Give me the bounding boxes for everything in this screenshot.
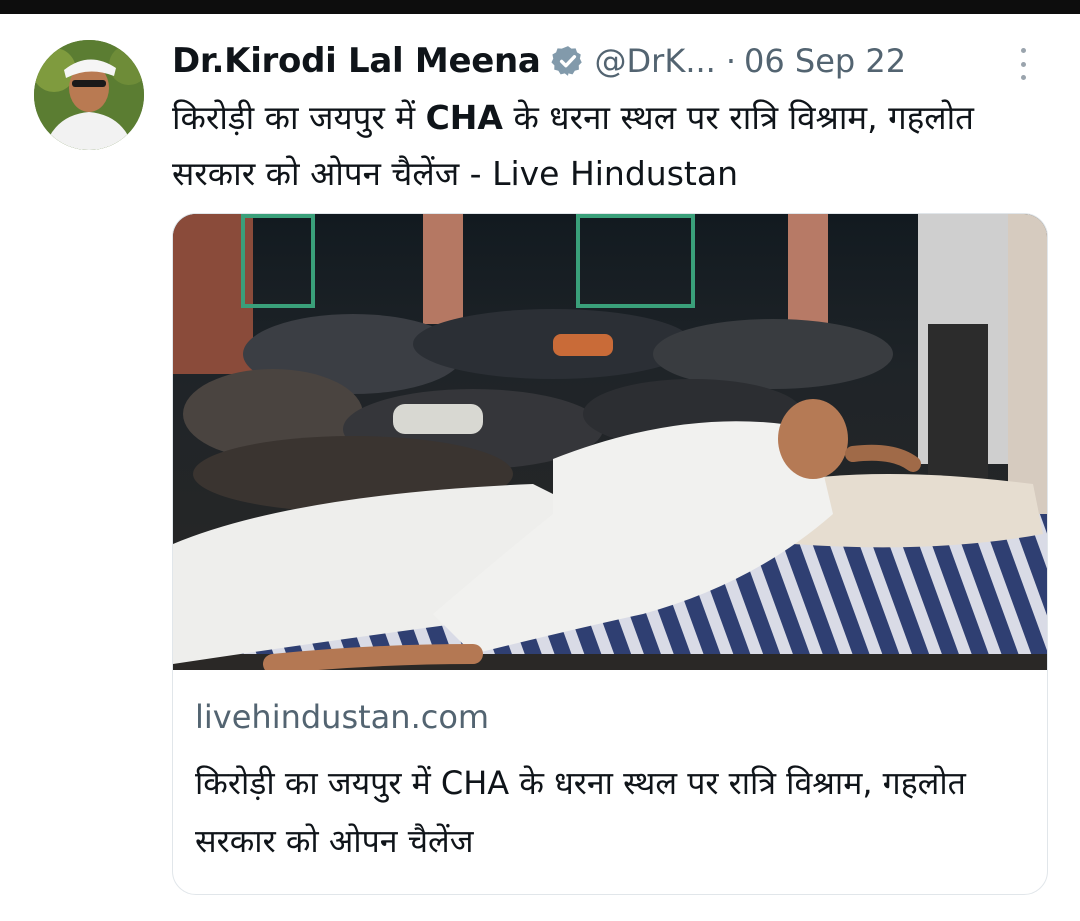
card-image [173, 214, 1047, 670]
link-card[interactable]: livehindustan.com किरोड़ी का जयपुर में C… [172, 213, 1048, 895]
avatar[interactable] [34, 40, 144, 150]
separator-dot: · [725, 42, 736, 80]
more-options-icon[interactable] [1010, 44, 1036, 84]
card-domain: livehindustan.com [195, 698, 490, 736]
card-title: किरोड़ी का जयपुर में CHA के धरना स्थल पर… [195, 764, 966, 860]
tweet-header: Dr.Kirodi Lal Meena @DrK... · 06 Sep 22 [172, 38, 906, 84]
author-name[interactable]: Dr.Kirodi Lal Meena [172, 41, 541, 81]
tweet-date[interactable]: 06 Sep 22 [744, 42, 906, 80]
tweet-text-bold: CHA [425, 98, 503, 137]
author-handle[interactable]: @DrK... [595, 42, 716, 80]
status-bar [0, 0, 1080, 14]
tweet-text-part1: किरोड़ी का जयपुर में [172, 98, 426, 137]
tweet-text: किरोड़ी का जयपुर में CHA के धरना स्थल पर… [172, 90, 1052, 202]
verified-badge-icon [550, 46, 582, 76]
